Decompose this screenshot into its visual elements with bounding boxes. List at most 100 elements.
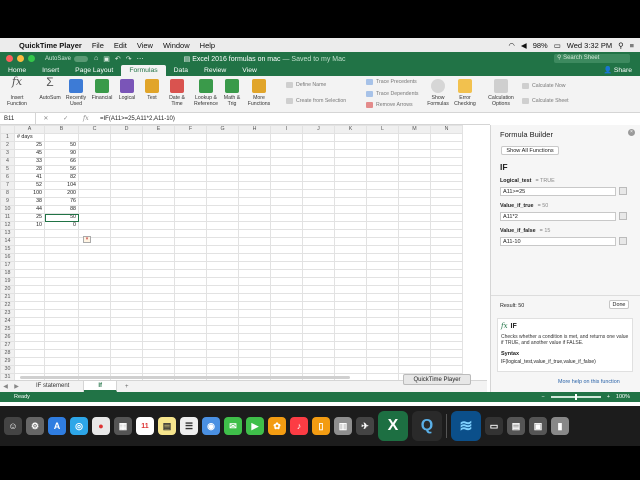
cell[interactable] xyxy=(334,357,367,366)
preview-icon[interactable]: ▥ xyxy=(334,417,352,435)
messages-icon[interactable]: ✉ xyxy=(224,417,242,435)
cell[interactable] xyxy=(238,237,271,246)
cell[interactable] xyxy=(334,277,367,286)
cell[interactable] xyxy=(206,317,239,326)
value-if-false-input[interactable]: A11-10 xyxy=(500,237,616,246)
cell[interactable] xyxy=(206,149,239,158)
cell[interactable] xyxy=(142,333,175,342)
trace-dependents-button[interactable]: Trace Dependents xyxy=(366,91,419,97)
column-header[interactable]: J xyxy=(302,125,335,134)
cell[interactable] xyxy=(334,349,367,358)
cell[interactable] xyxy=(398,333,431,342)
cell[interactable] xyxy=(142,133,175,142)
cell[interactable] xyxy=(14,245,45,254)
cell[interactable] xyxy=(142,245,175,254)
chrome-icon[interactable]: ● xyxy=(92,417,110,435)
cell[interactable] xyxy=(398,173,431,182)
cell[interactable]: 0 xyxy=(44,221,79,230)
cell[interactable] xyxy=(366,357,399,366)
cell[interactable] xyxy=(398,237,431,246)
close-window-icon[interactable] xyxy=(6,55,13,62)
cell[interactable] xyxy=(238,325,271,334)
cell[interactable] xyxy=(302,277,335,286)
cell[interactable] xyxy=(174,189,207,198)
calculate-sheet-button[interactable]: Calculate Sheet xyxy=(522,98,569,104)
cell[interactable] xyxy=(270,253,303,262)
cell[interactable] xyxy=(44,333,79,342)
cell[interactable] xyxy=(14,229,45,238)
cell[interactable] xyxy=(398,181,431,190)
cell[interactable] xyxy=(78,157,111,166)
cell[interactable] xyxy=(238,301,271,310)
cell[interactable] xyxy=(142,181,175,190)
cell[interactable] xyxy=(430,365,463,374)
cell[interactable] xyxy=(142,357,175,366)
cell[interactable] xyxy=(302,189,335,198)
cell[interactable] xyxy=(14,261,45,270)
cell[interactable] xyxy=(238,293,271,302)
cell[interactable] xyxy=(174,341,207,350)
cell[interactable] xyxy=(366,349,399,358)
cell[interactable] xyxy=(430,293,463,302)
cell[interactable] xyxy=(270,141,303,150)
cell[interactable] xyxy=(142,213,175,222)
cell[interactable] xyxy=(206,277,239,286)
cell[interactable] xyxy=(78,317,111,326)
row-header[interactable]: 6 xyxy=(0,173,15,182)
launchpad-icon[interactable]: ▦ xyxy=(114,417,132,435)
cell[interactable] xyxy=(174,213,207,222)
keynote-icon[interactable]: ✈ xyxy=(356,417,374,435)
cell[interactable] xyxy=(366,157,399,166)
logical-button[interactable]: Logical xyxy=(114,79,140,101)
search-sheet-input[interactable]: ⚲ Search Sheet xyxy=(554,54,630,63)
cell[interactable] xyxy=(110,237,143,246)
cell[interactable] xyxy=(78,133,111,142)
date-time-button[interactable]: Date & Time xyxy=(164,79,190,107)
facetime-icon[interactable]: ▶ xyxy=(246,417,264,435)
remove-arrows-button[interactable]: Remove Arrows xyxy=(366,102,413,108)
prev-sheet-icon[interactable]: ◀ xyxy=(3,383,8,390)
cell[interactable]: 25 xyxy=(14,141,45,150)
cell[interactable] xyxy=(270,285,303,294)
row-header[interactable]: 25 xyxy=(0,325,15,334)
cell[interactable] xyxy=(110,181,143,190)
cell[interactable] xyxy=(430,317,463,326)
cell[interactable] xyxy=(270,149,303,158)
calculation-options-button[interactable]: Calculation Options xyxy=(485,79,517,107)
cell[interactable] xyxy=(78,197,111,206)
cell[interactable]: 100 xyxy=(14,189,45,198)
cell[interactable] xyxy=(44,341,79,350)
column-header[interactable]: B xyxy=(44,125,79,134)
cell[interactable] xyxy=(142,149,175,158)
cell[interactable] xyxy=(430,277,463,286)
cell[interactable] xyxy=(78,349,111,358)
cell[interactable] xyxy=(430,205,463,214)
cell[interactable] xyxy=(302,349,335,358)
cell[interactable] xyxy=(238,365,271,374)
cell[interactable] xyxy=(302,365,335,374)
cell[interactable] xyxy=(206,157,239,166)
cell[interactable] xyxy=(430,357,463,366)
cell[interactable] xyxy=(238,333,271,342)
cell[interactable] xyxy=(78,221,111,230)
cell[interactable]: 28 xyxy=(14,165,45,174)
cell[interactable] xyxy=(270,245,303,254)
cell[interactable] xyxy=(430,133,463,142)
cell[interactable] xyxy=(206,357,239,366)
column-header[interactable]: H xyxy=(238,125,271,134)
cell[interactable] xyxy=(398,301,431,310)
cell[interactable] xyxy=(270,277,303,286)
cell[interactable] xyxy=(238,189,271,198)
cell[interactable] xyxy=(398,285,431,294)
cell[interactable] xyxy=(366,133,399,142)
battery-icon[interactable]: ▭ xyxy=(554,41,561,50)
cell[interactable] xyxy=(142,301,175,310)
cell[interactable] xyxy=(206,293,239,302)
cell[interactable] xyxy=(14,237,45,246)
cell[interactable]: 104 xyxy=(44,181,79,190)
range-select-icon[interactable] xyxy=(619,187,627,195)
row-header[interactable]: 17 xyxy=(0,261,15,270)
cell[interactable] xyxy=(44,245,79,254)
cell[interactable] xyxy=(238,253,271,262)
cell[interactable] xyxy=(398,365,431,374)
